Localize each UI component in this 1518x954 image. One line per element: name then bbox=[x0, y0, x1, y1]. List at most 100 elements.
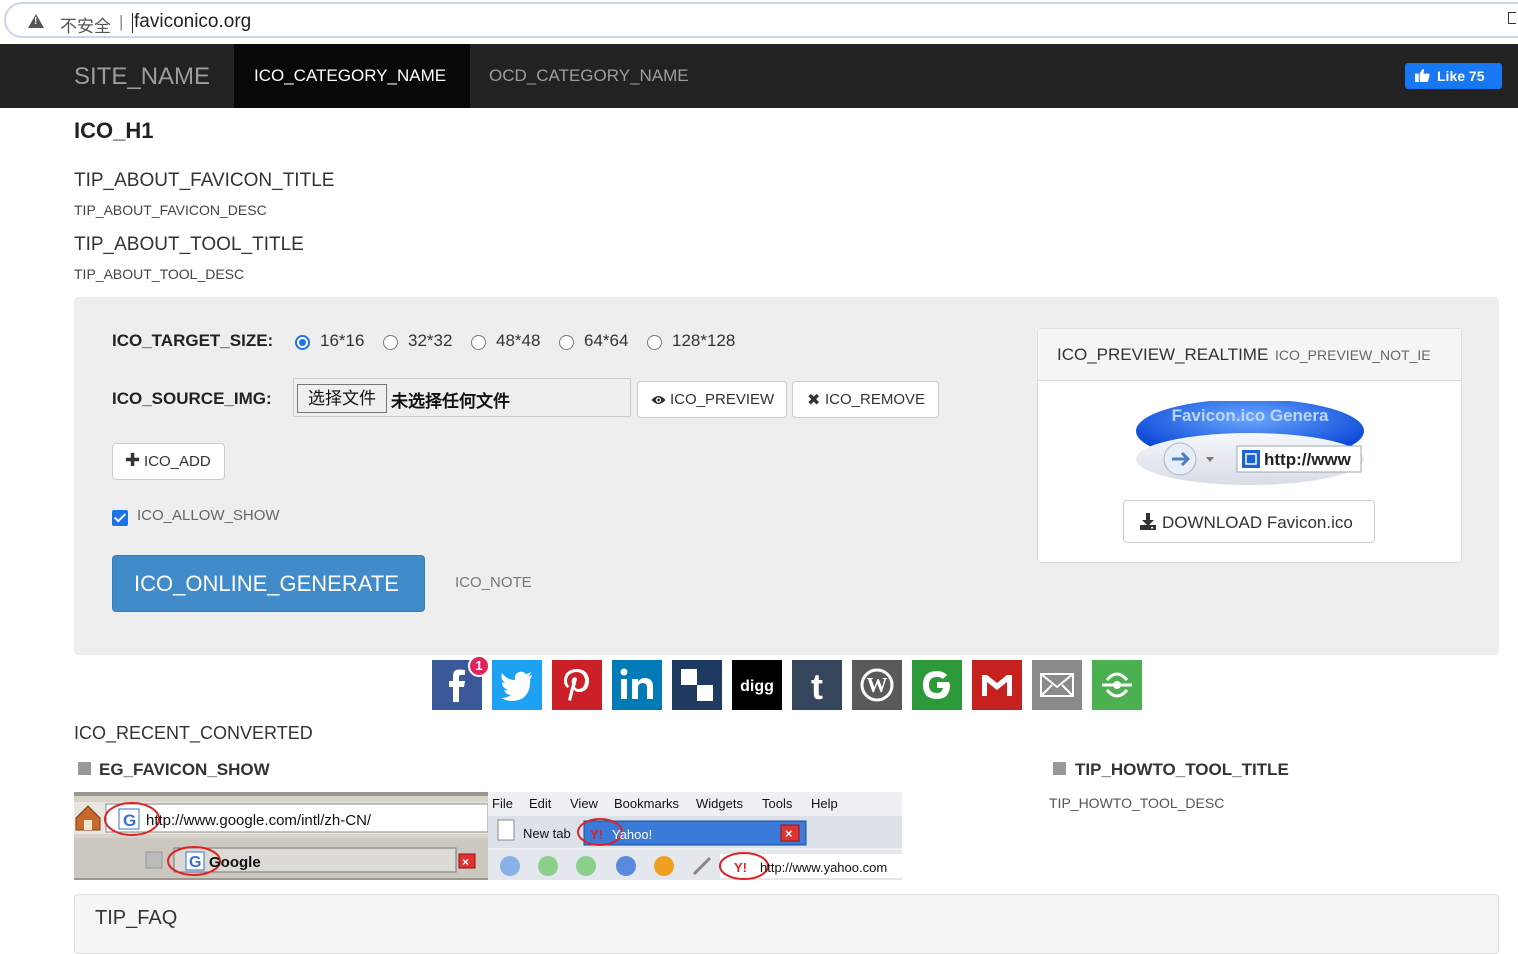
window-edge-icon bbox=[1508, 12, 1516, 24]
facebook-share-count: 1 bbox=[468, 655, 490, 677]
email-icon bbox=[1032, 660, 1082, 710]
svg-text:W: W bbox=[867, 673, 888, 697]
howto-tool-desc: TIP_HOWTO_TOOL_DESC bbox=[1049, 795, 1225, 811]
share-twitter[interactable] bbox=[492, 660, 542, 710]
nav-item-label: ICO_CATEGORY_NAME bbox=[254, 66, 447, 85]
share-gmail[interactable] bbox=[972, 660, 1022, 710]
warning-icon[interactable] bbox=[28, 14, 44, 28]
faq-panel: TIP_FAQ bbox=[74, 894, 1499, 954]
share-email[interactable] bbox=[1032, 660, 1082, 710]
more-share-icon bbox=[1092, 660, 1142, 710]
separator: | bbox=[119, 12, 124, 31]
download-button-label: DOWNLOAD Favicon.ico bbox=[1162, 513, 1353, 532]
digg-icon: digg bbox=[732, 660, 782, 710]
size-radio-16[interactable] bbox=[295, 335, 310, 350]
share-google[interactable] bbox=[912, 660, 962, 710]
ico-note: ICO_NOTE bbox=[455, 574, 532, 591]
share-more[interactable] bbox=[1092, 660, 1142, 710]
size-label-16[interactable]: 16*16 bbox=[320, 331, 364, 351]
preview-not-ie-note: ICO_PREVIEW_NOT_IE bbox=[1275, 347, 1431, 363]
svg-text:digg: digg bbox=[740, 678, 774, 695]
eg-menu-6: Help bbox=[811, 796, 838, 811]
size-label-32[interactable]: 32*32 bbox=[408, 331, 452, 351]
tip-about-favicon-desc: TIP_ABOUT_FAVICON_DESC bbox=[74, 202, 267, 218]
google-icon bbox=[912, 660, 962, 710]
generate-button[interactable]: ICO_ONLINE_GENERATE bbox=[112, 555, 425, 612]
allow-show-label[interactable]: ICO_ALLOW_SHOW bbox=[137, 507, 280, 524]
file-input[interactable]: 选择文件 未选择任何文件 bbox=[293, 378, 631, 417]
add-button[interactable]: ✚ ICO_ADD bbox=[112, 443, 225, 480]
pinterest-icon bbox=[552, 660, 602, 710]
size-label-48[interactable]: 48*48 bbox=[496, 331, 540, 351]
linkedin-icon bbox=[612, 660, 662, 710]
nav-item-ico-category[interactable]: ICO_CATEGORY_NAME bbox=[234, 44, 470, 108]
size-radio-48[interactable] bbox=[471, 335, 486, 350]
size-label-128[interactable]: 128*128 bbox=[672, 331, 735, 351]
preview-url-text: http://www bbox=[1264, 450, 1352, 469]
delicious-icon bbox=[672, 660, 722, 710]
security-label[interactable]: 不安全 bbox=[60, 12, 111, 37]
url-text[interactable]: faviconico.org bbox=[131, 11, 251, 33]
page-title: ICO_H1 bbox=[74, 118, 154, 143]
eg-menu-2: View bbox=[570, 796, 599, 811]
svg-text:×: × bbox=[785, 826, 793, 841]
download-favicon-button[interactable]: DOWNLOAD Favicon.ico bbox=[1123, 500, 1375, 543]
eg-menu-4: Widgets bbox=[696, 796, 743, 811]
share-digg[interactable]: digg bbox=[732, 660, 782, 710]
source-img-label: ICO_SOURCE_IMG: bbox=[112, 389, 272, 408]
share-pinterest[interactable] bbox=[552, 660, 602, 710]
nav-item-ocd-category[interactable]: OCD_CATEGORY_NAME bbox=[489, 66, 689, 86]
close-icon: ✖ bbox=[807, 392, 821, 409]
eg-menu-3: Bookmarks bbox=[614, 796, 680, 811]
preview-caption: Favicon.ico Genera bbox=[1172, 406, 1329, 425]
favicon-preview-image: Favicon.ico Genera http://www bbox=[1136, 401, 1364, 485]
tip-about-tool-desc: TIP_ABOUT_TOOL_DESC bbox=[74, 266, 245, 282]
download-icon bbox=[1140, 513, 1156, 530]
howto-tool-title: TIP_HOWTO_TOOL_TITLE bbox=[1075, 760, 1289, 779]
eg-yahoo-tab: Yahoo! bbox=[612, 827, 652, 842]
address-box[interactable]: 不安全 | faviconico.org bbox=[4, 2, 1518, 38]
eg-menu-0: File bbox=[492, 796, 513, 811]
facebook-like-button[interactable]: Like 75 bbox=[1405, 63, 1502, 89]
site-brand[interactable]: SITE_NAME bbox=[74, 63, 210, 91]
eye-icon bbox=[651, 396, 666, 404]
size-label-64[interactable]: 64*64 bbox=[584, 331, 628, 351]
twitter-icon bbox=[492, 660, 542, 710]
navbar: SITE_NAME ICO_CATEGORY_NAME OCD_CATEGORY… bbox=[0, 44, 1518, 108]
square-bullet-icon bbox=[1053, 762, 1066, 775]
allow-show-checkbox[interactable] bbox=[112, 510, 128, 526]
tip-about-tool-title: TIP_ABOUT_TOOL_TITLE bbox=[74, 234, 304, 255]
share-wordpress[interactable]: W bbox=[852, 660, 902, 710]
wordpress-icon: W bbox=[852, 660, 902, 710]
eg-menu-5: Tools bbox=[762, 796, 793, 811]
share-linkedin[interactable] bbox=[612, 660, 662, 710]
add-button-label: ICO_ADD bbox=[144, 453, 211, 470]
share-tumblr[interactable]: t bbox=[792, 660, 842, 710]
eg-menu-1: Edit bbox=[529, 796, 552, 811]
target-size-label: ICO_TARGET_SIZE: bbox=[112, 331, 274, 350]
tip-about-favicon-title: TIP_ABOUT_FAVICON_TITLE bbox=[74, 170, 335, 191]
choose-file-button[interactable]: 选择文件 bbox=[297, 384, 387, 413]
eg-google-tab: Google bbox=[209, 854, 261, 871]
eg-new-tab: New tab bbox=[523, 826, 571, 841]
generate-button-label: ICO_ONLINE_GENERATE bbox=[134, 571, 399, 596]
svg-text:×: × bbox=[462, 855, 469, 869]
share-delicious[interactable] bbox=[672, 660, 722, 710]
preview-button-label: ICO_PREVIEW bbox=[670, 391, 775, 408]
eg-yahoo-url: http://www.yahoo.com bbox=[760, 860, 887, 875]
size-radio-32[interactable] bbox=[383, 335, 398, 350]
size-radio-128[interactable] bbox=[647, 335, 662, 350]
svg-text:G: G bbox=[189, 854, 201, 871]
remove-button-label: ICO_REMOVE bbox=[825, 391, 926, 408]
like-count-label: Like 75 bbox=[1437, 68, 1485, 84]
plus-icon: ✚ bbox=[125, 450, 141, 470]
svg-text:t: t bbox=[811, 666, 823, 707]
gmail-icon bbox=[972, 660, 1022, 710]
remove-button[interactable]: ✖ ICO_REMOVE bbox=[792, 381, 939, 418]
preview-button[interactable]: ICO_PREVIEW bbox=[637, 381, 787, 418]
size-radio-64[interactable] bbox=[559, 335, 574, 350]
file-status: 未选择任何文件 bbox=[391, 392, 510, 411]
svg-text:Y!: Y! bbox=[590, 827, 603, 842]
preview-panel: ICO_PREVIEW_REALTIME ICO_PREVIEW_NOT_IE … bbox=[1037, 328, 1462, 563]
eg-favicon-title: EG_FAVICON_SHOW bbox=[99, 760, 270, 779]
